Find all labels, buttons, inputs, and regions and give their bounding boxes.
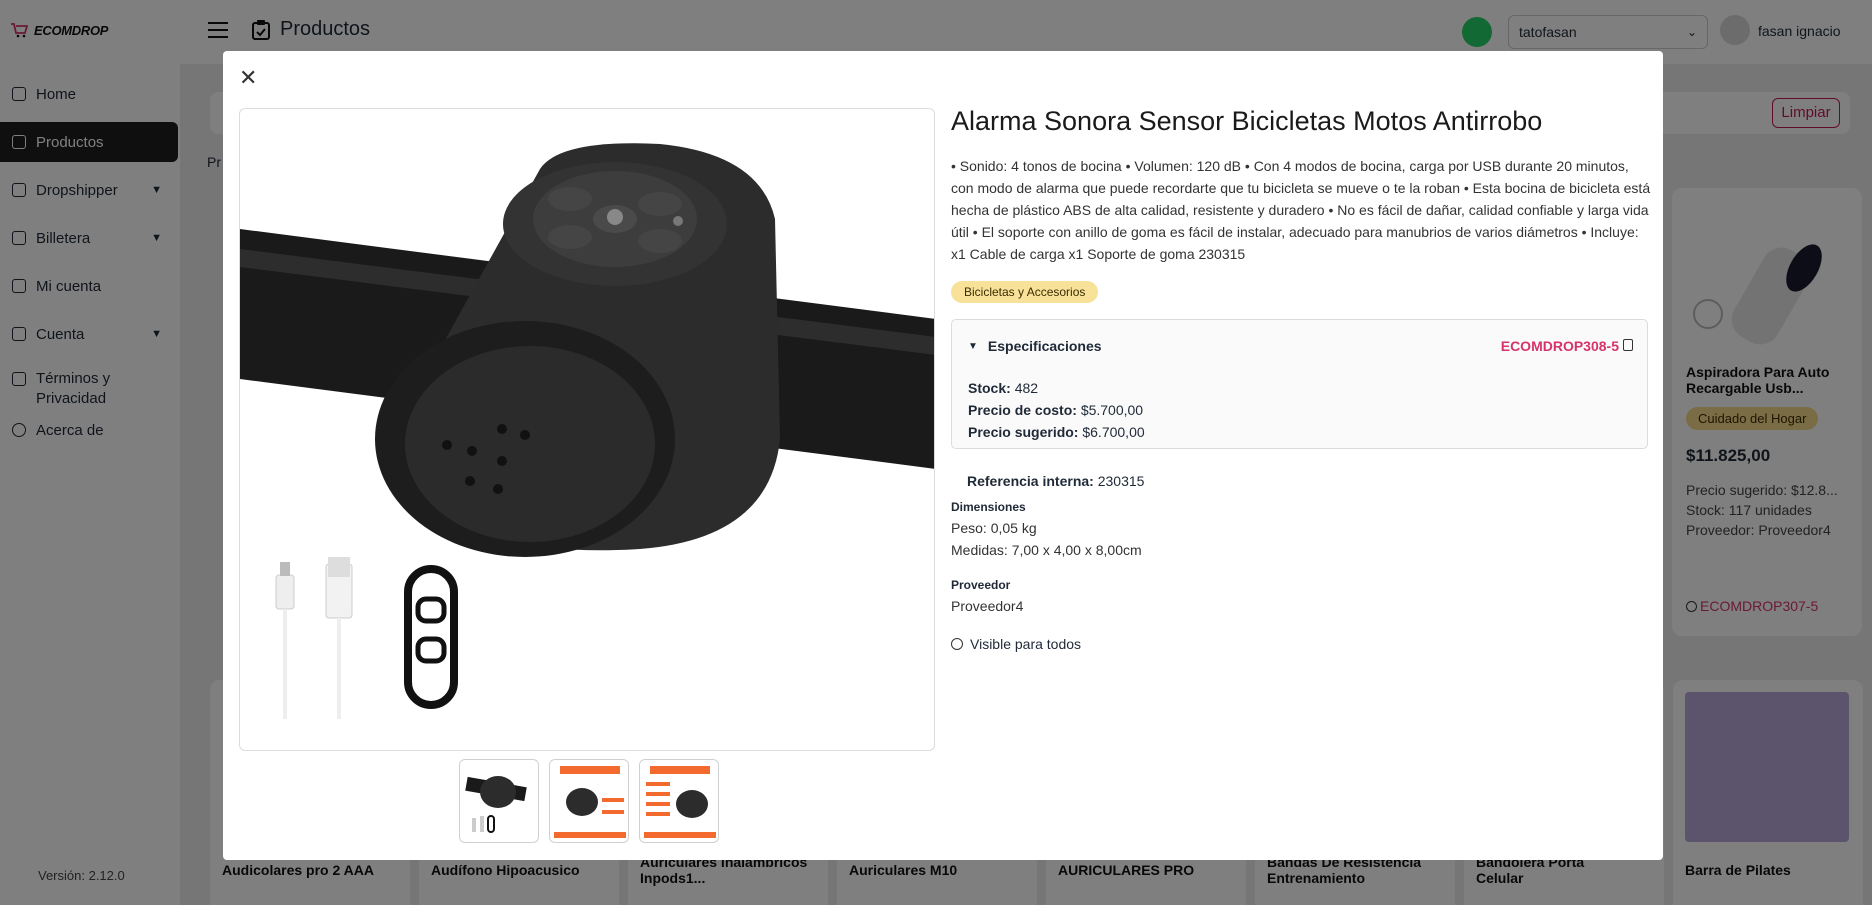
copy-icon[interactable] — [1623, 339, 1633, 351]
product-main-image[interactable] — [239, 108, 935, 751]
product-title: Alarma Sonora Sensor Bicicletas Motos An… — [951, 106, 1543, 136]
caret-down-icon: ▼ — [968, 340, 978, 352]
thumbnail-2[interactable] — [549, 759, 629, 843]
stock-label: Stock: — [968, 380, 1011, 396]
suggested-label: Precio sugerido: — [968, 424, 1079, 440]
cost-label: Precio de costo: — [968, 402, 1077, 418]
product-code: ECOMDROP308-5 — [1500, 338, 1619, 354]
visibility-text: Visible para todos — [970, 636, 1082, 652]
specifications-heading: Especificaciones — [987, 338, 1102, 354]
thumbnail-1[interactable] — [459, 759, 539, 843]
provider-value: Proveedor4 — [951, 598, 1024, 614]
product-detail-modal: ✕ Alarma Sonora Sensor Bicicletas Motos … — [223, 51, 1663, 860]
suggested-row: Precio sugerido: $6.700,00 — [968, 424, 1145, 440]
specifications-panel: ▼ Especificaciones ECOMDROP308-5 Stock: … — [951, 319, 1648, 449]
suggested-value: $6.700,00 — [1082, 424, 1145, 440]
reference-label: Referencia interna: — [967, 473, 1094, 489]
stock-row: Stock: 482 — [968, 380, 1038, 396]
cost-row: Precio de costo: $5.700,00 — [968, 402, 1143, 418]
reference-value: 230315 — [1097, 473, 1145, 489]
product-description: • Sonido: 4 tonos de bocina • Volumen: 1… — [951, 158, 1651, 262]
globe-icon — [951, 638, 963, 650]
specifications-toggle[interactable]: ▼ Especificaciones — [968, 338, 1102, 354]
dimensions-heading: Dimensiones — [951, 500, 1026, 514]
thumbnail-3[interactable] — [639, 759, 719, 843]
visibility-row: Visible para todos — [951, 636, 1081, 652]
thumbnail-strip — [459, 759, 719, 843]
cost-value: $5.700,00 — [1080, 402, 1144, 418]
provider-heading: Proveedor — [951, 578, 1011, 592]
stock-value: 482 — [1014, 380, 1039, 396]
reference-row: Referencia interna: 230315 — [967, 473, 1144, 489]
weight-text: Peso: 0,05 kg — [951, 520, 1037, 536]
category-badge: Bicicletas y Accesorios — [951, 281, 1099, 303]
measures-text: Medidas: 7,00 x 4,00 x 8,00cm — [951, 542, 1142, 558]
close-icon[interactable]: ✕ — [239, 65, 257, 91]
